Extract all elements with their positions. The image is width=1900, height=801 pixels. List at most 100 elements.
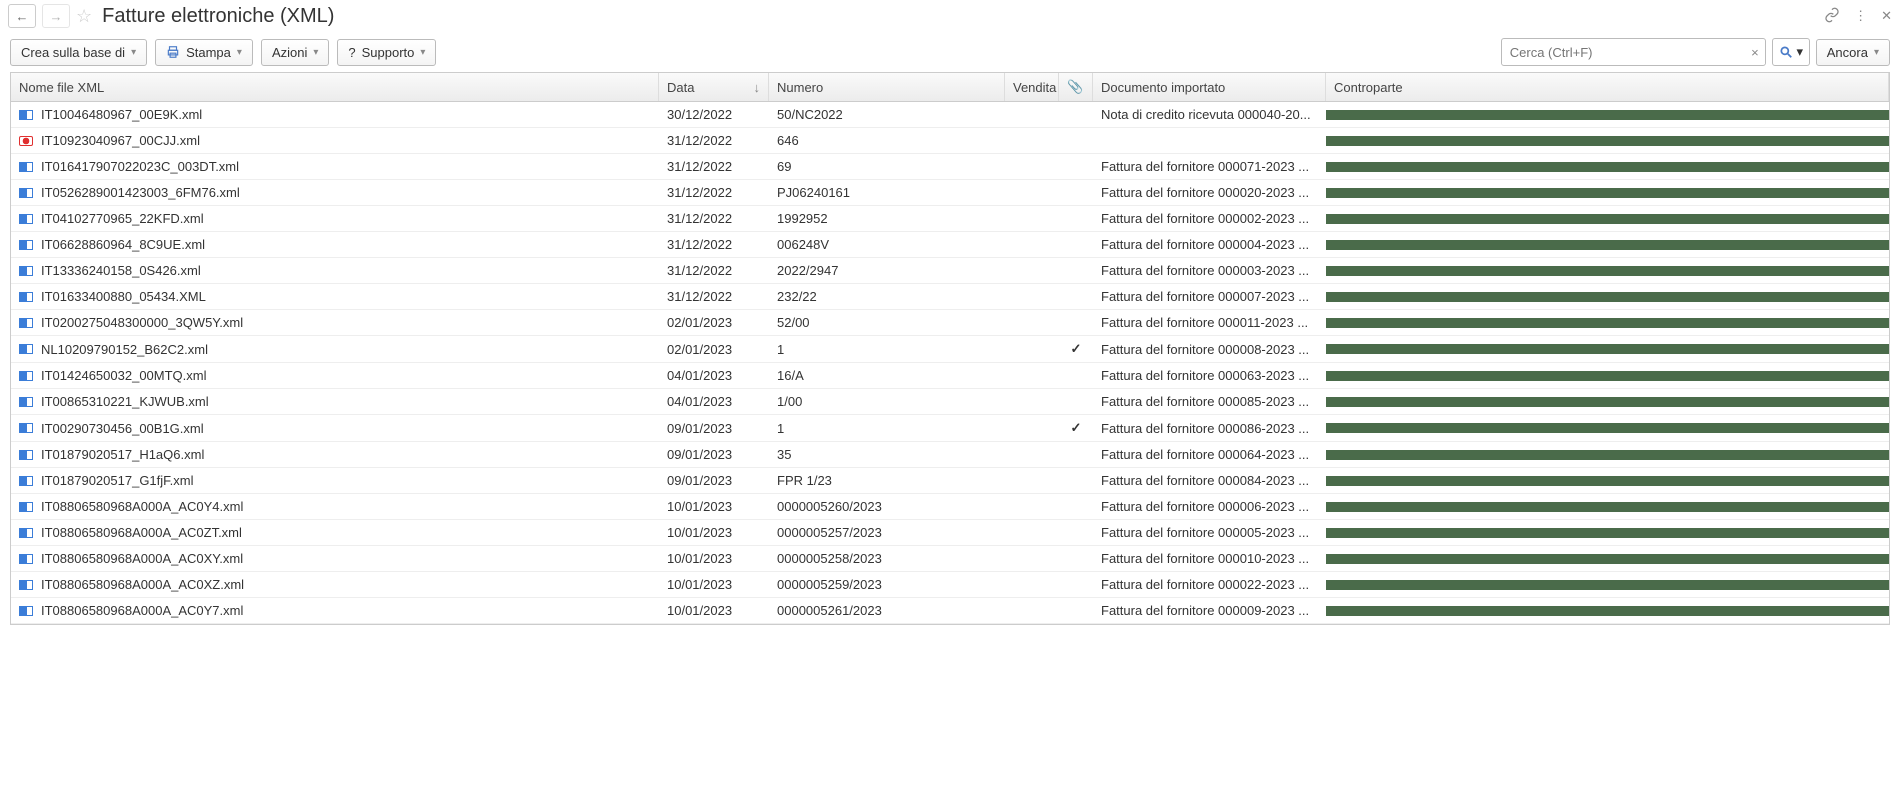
search-button[interactable]: ▾ [1772,38,1810,66]
file-icon [19,318,33,328]
file-icon [19,240,33,250]
table-row[interactable]: IT08806580968A000A_AC0Y7.xml10/01/202300… [11,598,1889,624]
cell-attachment [1059,110,1093,120]
create-based-on-button[interactable]: Crea sulla base di▾ [10,39,147,66]
cell-attachment [1059,214,1093,224]
print-button[interactable]: Stampa▾ [155,39,253,66]
cell-date: 10/01/2023 [659,494,769,519]
cell-number: 232/22 [769,284,1005,309]
column-header-date[interactable]: Data↓ [659,73,769,101]
cell-filename: IT04102770965_22KFD.xml [11,206,659,231]
close-icon[interactable]: ✕ [1881,8,1892,24]
table-row[interactable]: IT04102770965_22KFD.xml31/12/20221992952… [11,206,1889,232]
cell-number: 646 [769,128,1005,153]
cell-attachment [1059,580,1093,590]
table-row[interactable]: IT016417907022023C_003DT.xml31/12/202269… [11,154,1889,180]
cell-attachment [1059,188,1093,198]
column-header-document[interactable]: Documento importato [1093,73,1326,101]
cell-attachment [1059,162,1093,172]
cell-date: 09/01/2023 [659,468,769,493]
cell-sale [1005,423,1059,433]
search-clear-icon[interactable]: × [1751,45,1759,60]
column-header-counterparty[interactable]: Controparte [1326,73,1889,101]
column-header-number[interactable]: Numero [769,73,1005,101]
table-row[interactable]: IT10046480967_00E9K.xml30/12/202250/NC20… [11,102,1889,128]
cell-number: 006248V [769,232,1005,257]
cell-document: Fattura del fornitore 000004-2023 ... [1093,232,1326,257]
nav-forward-button[interactable]: → [42,4,70,28]
cell-attachment [1059,450,1093,460]
table-row[interactable]: IT08806580968A000A_AC0XZ.xml10/01/202300… [11,572,1889,598]
cell-filename: IT13336240158_0S426.xml [11,258,659,283]
table-row[interactable]: IT01424650032_00MTQ.xml04/01/202316/AFat… [11,363,1889,389]
column-header-file[interactable]: Nome file XML [11,73,659,101]
file-icon [19,188,33,198]
cell-attachment [1059,606,1093,616]
cell-counterparty [1326,371,1889,381]
more-button[interactable]: Ancora▾ [1816,39,1890,66]
actions-button[interactable]: Azioni▾ [261,39,329,66]
cell-document [1093,136,1326,146]
kebab-menu-icon[interactable]: ⋮ [1854,8,1867,24]
search-input-wrapper[interactable]: × [1501,38,1766,66]
cell-counterparty [1326,397,1889,407]
table-row[interactable]: NL10209790152_B62C2.xml02/01/20231✓Fattu… [11,336,1889,363]
cell-document: Fattura del fornitore 000011-2023 ... [1093,310,1326,335]
table-row[interactable]: IT0526289001423003_6FM76.xml31/12/2022PJ… [11,180,1889,206]
favorite-star-icon[interactable]: ☆ [76,6,92,27]
file-icon [19,214,33,224]
table-row[interactable]: IT01633400880_05434.XML31/12/2022232/22F… [11,284,1889,310]
cell-attachment [1059,318,1093,328]
nav-back-button[interactable]: ← [8,4,36,28]
table-row[interactable]: IT00865310221_KJWUB.xml04/01/20231/00Fat… [11,389,1889,415]
table-row[interactable]: IT08806580968A000A_AC0XY.xml10/01/202300… [11,546,1889,572]
cell-counterparty [1326,423,1889,433]
cell-filename: IT08806580968A000A_AC0ZT.xml [11,520,659,545]
column-header-attachment[interactable]: 📎 [1059,73,1093,101]
cell-document: Fattura del fornitore 000003-2023 ... [1093,258,1326,283]
cell-filename: IT00290730456_00B1G.xml [11,416,659,441]
cell-number: 35 [769,442,1005,467]
cell-sale [1005,214,1059,224]
cell-document: Fattura del fornitore 000064-2023 ... [1093,442,1326,467]
cell-number: 52/00 [769,310,1005,335]
cell-counterparty [1326,528,1889,538]
cell-number: 69 [769,154,1005,179]
cell-number: PJ06240161 [769,180,1005,205]
cell-filename: IT01879020517_H1aQ6.xml [11,442,659,467]
table-row[interactable]: IT0200275048300000_3QW5Y.xml02/01/202352… [11,310,1889,336]
table-row[interactable]: IT08806580968A000A_AC0Y4.xml10/01/202300… [11,494,1889,520]
support-button[interactable]: ? Supporto▾ [337,39,436,66]
link-icon[interactable] [1824,7,1840,26]
cell-counterparty [1326,606,1889,616]
file-icon [19,344,33,354]
cell-date: 09/01/2023 [659,442,769,467]
cell-sale [1005,397,1059,407]
table-row[interactable]: IT08806580968A000A_AC0ZT.xml10/01/202300… [11,520,1889,546]
paperclip-icon: 📎 [1067,79,1083,95]
cell-number: 0000005259/2023 [769,572,1005,597]
cell-date: 31/12/2022 [659,232,769,257]
cell-number: 0000005258/2023 [769,546,1005,571]
table-row[interactable]: IT01879020517_G1fjF.xml09/01/2023FPR 1/2… [11,468,1889,494]
cell-date: 10/01/2023 [659,598,769,623]
cell-sale [1005,476,1059,486]
cell-sale [1005,528,1059,538]
cell-number: 2022/2947 [769,258,1005,283]
cell-counterparty [1326,476,1889,486]
table-row[interactable]: IT06628860964_8C9UE.xml31/12/2022006248V… [11,232,1889,258]
column-header-sale[interactable]: Vendita [1005,73,1059,101]
cell-number: 1992952 [769,206,1005,231]
file-icon [19,266,33,276]
table-row[interactable]: IT01879020517_H1aQ6.xml09/01/202335 Fattu… [11,442,1889,468]
search-input[interactable] [1502,41,1765,64]
cell-sale [1005,450,1059,460]
cell-counterparty [1326,344,1889,354]
table-row[interactable]: IT10923040967_00CJJ.xml31/12/2022646 [11,128,1889,154]
cell-filename: IT01424650032_00MTQ.xml [11,363,659,388]
cell-counterparty [1326,292,1889,302]
file-icon [19,110,33,120]
cell-number: 1 [769,416,1005,441]
table-row[interactable]: IT13336240158_0S426.xml31/12/20222022/29… [11,258,1889,284]
table-row[interactable]: IT00290730456_00B1G.xml09/01/20231✓Fattu… [11,415,1889,442]
